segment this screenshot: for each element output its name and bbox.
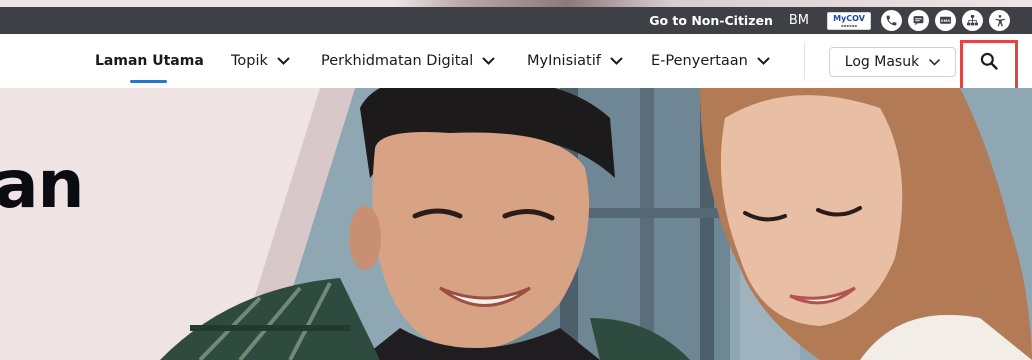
chevron-down-icon xyxy=(757,57,770,65)
search-icon xyxy=(980,52,998,70)
active-nav-indicator xyxy=(130,80,167,83)
sitemap-icon[interactable] xyxy=(962,10,983,31)
svg-text:SMS: SMS xyxy=(941,18,950,23)
nav-item-topik[interactable]: Topik xyxy=(231,34,290,88)
hero-photo xyxy=(0,88,1032,360)
phone-icon[interactable] xyxy=(881,10,902,31)
mycov-logo-text: MyCOV xyxy=(833,13,865,23)
nav-item-label: Topik xyxy=(231,53,268,69)
nav-item-perkhidmatan-digital[interactable]: Perkhidmatan Digital xyxy=(321,34,495,88)
nav-divider xyxy=(804,43,805,79)
feedback-icon[interactable] xyxy=(908,10,929,31)
language-toggle[interactable]: BM xyxy=(789,13,809,28)
nav-item-label: Perkhidmatan Digital xyxy=(321,53,474,69)
nav-item-label: E-Penyertaan xyxy=(651,53,748,69)
nav-item-label: Laman Utama xyxy=(95,53,204,69)
utility-bar: Go to Non-Citizen BM MyCOV ▪▪▪▪▪▪ SMS xyxy=(0,7,1032,34)
main-navigation: Laman Utama Topik Perkhidmatan Digital M… xyxy=(0,34,1032,88)
accessibility-icon[interactable] xyxy=(989,10,1010,31)
mycov-logo[interactable]: MyCOV ▪▪▪▪▪▪ xyxy=(827,11,871,30)
nav-item-e-penyertaan[interactable]: E-Penyertaan xyxy=(651,34,770,88)
chevron-down-icon xyxy=(929,58,940,66)
hero-banner: an xyxy=(0,88,1032,360)
login-button[interactable]: Log Masuk xyxy=(829,47,956,77)
login-button-label: Log Masuk xyxy=(844,54,920,70)
chevron-down-icon xyxy=(610,57,623,65)
nav-item-myinisiatif[interactable]: MyInisiatif xyxy=(527,34,623,88)
sms-icon[interactable]: SMS xyxy=(935,10,956,31)
nav-item-label: MyInisiatif xyxy=(527,53,601,69)
top-image-strip xyxy=(0,0,1032,7)
hero-title: an xyxy=(0,146,85,223)
non-citizen-link[interactable]: Go to Non-Citizen xyxy=(649,13,773,28)
chevron-down-icon xyxy=(277,57,290,65)
chevron-down-icon xyxy=(482,57,495,65)
